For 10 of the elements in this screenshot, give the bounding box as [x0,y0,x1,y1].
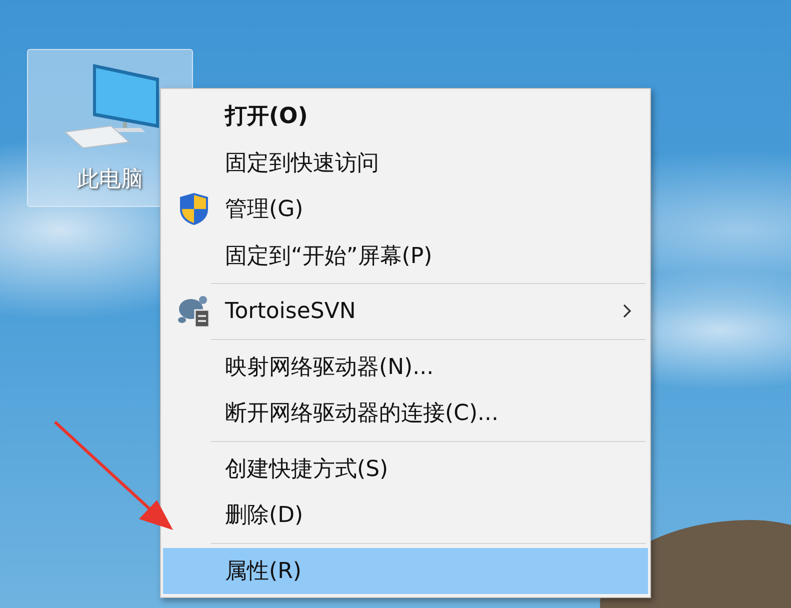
chevron-right-icon [622,303,632,319]
menu-item[interactable]: 断开网络驱动器的连接(C)... [163,390,648,436]
menu-item[interactable]: 映射网络驱动器(N)... [163,344,648,390]
icon-label: 此电脑 [77,166,143,194]
menu-item[interactable]: 删除(D) [163,492,648,538]
menu-item[interactable]: 固定到“开始”屏幕(P) [163,232,648,279]
menu-item[interactable]: TortoiseSVN [163,288,648,334]
menu-item[interactable]: 属性(R) [163,548,648,594]
menu-item[interactable]: 创建快捷方式(S) [163,446,648,492]
shield-icon [178,192,210,226]
